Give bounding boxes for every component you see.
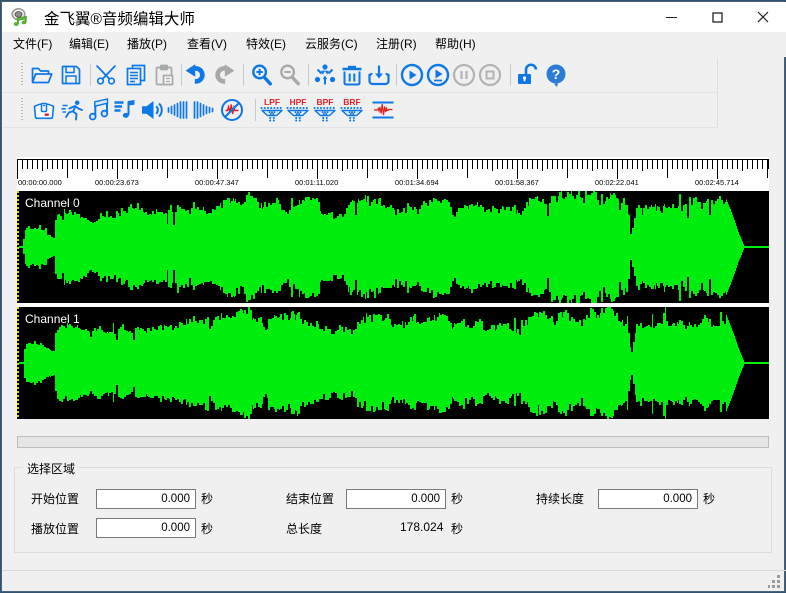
svg-text:?: ? [552,66,561,82]
svg-text:HPF: HPF [290,98,307,107]
svg-text:BPF: BPF [317,98,334,107]
svg-text:BRF: BRF [343,98,360,107]
svg-text:LPF: LPF [264,98,280,107]
